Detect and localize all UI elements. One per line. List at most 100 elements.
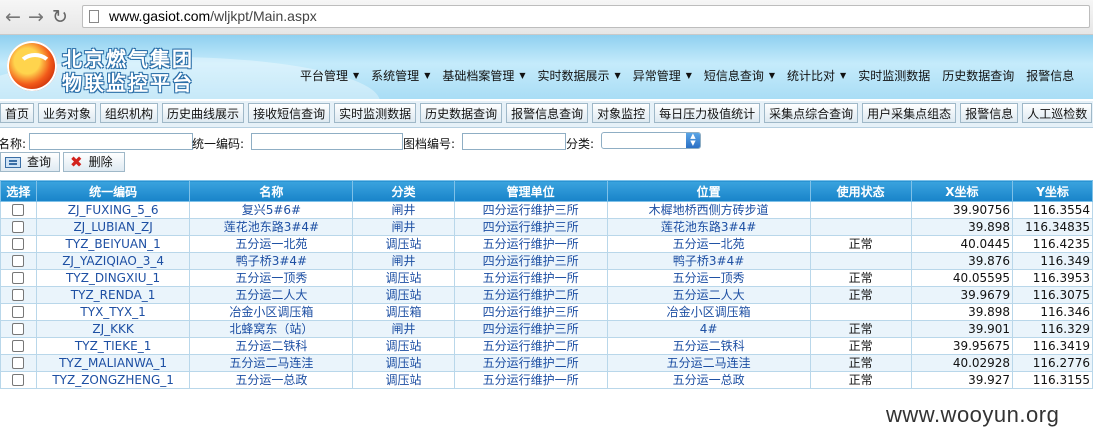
table-row[interactable]: TYZ_RENDA_1 五分运二人大 调压站 五分运行维护二所 五分运二人大 正常 39.9… <box>0 286 1093 304</box>
table-row[interactable]: TYX_TYX_1 冶金小区调压箱 调压箱 四分运行维护三所 冶金小区调压箱 39.898… <box>0 303 1093 321</box>
back-arrow-icon[interactable]: ← <box>4 6 22 28</box>
column-header[interactable]: Y坐标 <box>1012 180 1093 202</box>
table-row[interactable]: TYZ_ZONGZHENG_1 五分运一总政 调压站 五分运行维护一所 五分运一总政 正常… <box>0 371 1093 389</box>
cell-location: 五分运一总政 <box>606 371 811 389</box>
tab[interactable]: 采集点综合查询 <box>764 103 859 123</box>
menu-item[interactable]: 短信息查询 ▼ <box>704 67 775 84</box>
column-header[interactable]: 统一编码 <box>35 180 191 202</box>
cell-unit: 四分运行维护三所 <box>453 218 608 236</box>
row-checkbox[interactable] <box>12 306 25 318</box>
cell-y: 116.3953 <box>1012 269 1093 287</box>
cell-y: 116.3554 <box>1012 201 1093 219</box>
cell-y: 116.3419 <box>1012 337 1093 355</box>
caret-down-icon: ▼ <box>424 71 431 80</box>
row-checkbox[interactable] <box>12 289 25 301</box>
cell-location: 五分运二马连洼 <box>606 354 811 372</box>
category-label: 分类: <box>566 137 595 151</box>
cell-select <box>0 201 37 219</box>
menu-item-label: 平台管理 <box>300 69 349 83</box>
cell-y: 116.2776 <box>1012 354 1093 372</box>
tab[interactable]: 实时监测数据 <box>334 103 417 123</box>
cell-unit: 五分运行维护一所 <box>453 235 608 253</box>
row-checkbox[interactable] <box>12 272 25 284</box>
column-header[interactable]: 位置 <box>606 180 811 202</box>
table-row[interactable]: TYZ_BEIYUAN_1 五分运一北苑 调压站 五分运行维护一所 五分运一北苑 正常 40… <box>0 235 1093 253</box>
menu-item[interactable]: 统计比对 ▼ <box>787 67 846 84</box>
row-checkbox[interactable] <box>12 323 25 335</box>
search-form: 名称: 统一编码: 图档编号: 分类: ▲ ▼ <box>0 132 1093 152</box>
cell-status: 正常 <box>809 320 912 338</box>
tab[interactable]: 报警信息查询 <box>506 103 589 123</box>
archive-input[interactable] <box>462 133 566 150</box>
menu-item[interactable]: 实时监测数据 <box>858 67 930 84</box>
tab[interactable]: 每日压力极值统计 <box>654 103 761 123</box>
tab[interactable]: 业务对象 <box>38 103 97 123</box>
cell-unit: 五分运行维护一所 <box>453 269 608 287</box>
cell-location: 4# <box>606 320 811 338</box>
column-header[interactable]: 名称 <box>189 180 354 202</box>
query-button[interactable]: 查询 <box>0 152 60 172</box>
menu-item-label: 实时数据展示 <box>537 69 610 83</box>
column-header[interactable]: 分类 <box>352 180 455 202</box>
table-row[interactable]: ZJ_LUBIAN_ZJ 莲花池东路3#4# 闸井 四分运行维护三所 莲花池东路3#4#… <box>0 218 1093 236</box>
address-bar[interactable]: www.gasiot.com/wljkpt/Main.aspx <box>82 5 1090 28</box>
url-path: /wljkpt/Main.aspx <box>210 8 317 24</box>
row-checkbox[interactable] <box>12 374 25 386</box>
row-checkbox[interactable] <box>12 340 25 352</box>
tab[interactable]: 历史曲线展示 <box>162 103 245 123</box>
menu-item[interactable]: 平台管理 ▼ <box>300 67 359 84</box>
cell-category: 闸井 <box>352 201 455 219</box>
table-row[interactable]: ZJ_YAZIQIAO_3_4 鸭子桥3#4# 闸井 四分运行维护三所 鸭子桥3#4# 3… <box>0 252 1093 270</box>
cell-status <box>809 252 912 270</box>
row-checkbox[interactable] <box>12 255 25 267</box>
column-header[interactable]: X坐标 <box>910 180 1014 202</box>
delete-button-label: 删除 <box>88 155 113 169</box>
column-header[interactable]: 管理单位 <box>453 180 608 202</box>
cell-y: 116.3155 <box>1012 371 1093 389</box>
cell-code: TYZ_TIEKE_1 <box>35 337 191 355</box>
tab[interactable]: 首页 <box>0 103 35 123</box>
tab[interactable]: 对象监控 <box>592 103 651 123</box>
table-row[interactable]: TYZ_DINGXIU_1 五分运一顶秀 调压站 五分运行维护一所 五分运一顶秀 正常 40… <box>0 269 1093 287</box>
row-checkbox[interactable] <box>12 204 25 216</box>
cell-select <box>0 286 37 304</box>
menu-item[interactable]: 基础档案管理 ▼ <box>442 67 525 84</box>
cell-x: 40.05595 <box>910 269 1014 287</box>
cell-category: 调压站 <box>352 354 455 372</box>
code-input[interactable] <box>251 133 403 150</box>
tab[interactable]: 用户采集点组态 <box>862 103 957 123</box>
table-row[interactable]: ZJ_KKK 北蜂窝东（站） 闸井 四分运行维护三所 4# 正常 39.901 116.329 <box>0 320 1093 338</box>
cell-name: 复兴5#6# <box>189 201 354 219</box>
menu-item[interactable]: 系统管理 ▼ <box>371 67 430 84</box>
column-header[interactable]: 使用状态 <box>809 180 912 202</box>
cell-code: TYZ_MALIANWA_1 <box>35 354 191 372</box>
menu-item[interactable]: 异常管理 ▼ <box>633 67 692 84</box>
cell-select <box>0 337 37 355</box>
name-input[interactable] <box>29 133 193 150</box>
table-row[interactable]: TYZ_TIEKE_1 五分运二铁科 调压站 五分运行维护二所 五分运二铁科 正常 39.9… <box>0 337 1093 355</box>
menu-item[interactable]: 历史数据查询 <box>942 67 1014 84</box>
menu-item-label: 历史数据查询 <box>942 69 1015 83</box>
row-checkbox[interactable] <box>12 238 25 250</box>
tab[interactable]: 人工巡检数 <box>1022 103 1093 123</box>
table-row[interactable]: TYZ_MALIANWA_1 五分运二马连洼 调压站 五分运行维护二所 五分运二马连洼正… <box>0 354 1093 372</box>
tab[interactable]: 历史数据查询 <box>420 103 503 123</box>
category-select[interactable]: ▲ ▼ <box>601 132 701 149</box>
cell-y: 116.34835 <box>1012 218 1093 236</box>
page-icon <box>89 10 99 23</box>
cell-y: 116.329 <box>1012 320 1093 338</box>
tab[interactable]: 组织机构 <box>100 103 159 123</box>
column-header[interactable]: 选择 <box>0 180 37 202</box>
cell-unit: 五分运行维护一所 <box>453 371 608 389</box>
delete-button[interactable]: ✖ 删除 <box>63 152 125 172</box>
menu-item[interactable]: 报警信息 <box>1026 67 1074 84</box>
company-logo-icon <box>7 41 57 91</box>
tab[interactable]: 报警信息 <box>960 103 1019 123</box>
menu-item[interactable]: 实时数据展示 ▼ <box>538 67 621 84</box>
reload-icon[interactable]: ↻ <box>51 6 69 28</box>
table-row[interactable]: ZJ_FUXING_5_6 复兴5#6# 闸井 四分运行维护三所 木樨地桥西侧方砖步道 3… <box>0 201 1093 219</box>
tab[interactable]: 接收短信查询 <box>248 103 331 123</box>
row-checkbox[interactable] <box>12 357 25 369</box>
row-checkbox[interactable] <box>12 221 25 233</box>
forward-arrow-icon[interactable]: → <box>27 6 45 28</box>
